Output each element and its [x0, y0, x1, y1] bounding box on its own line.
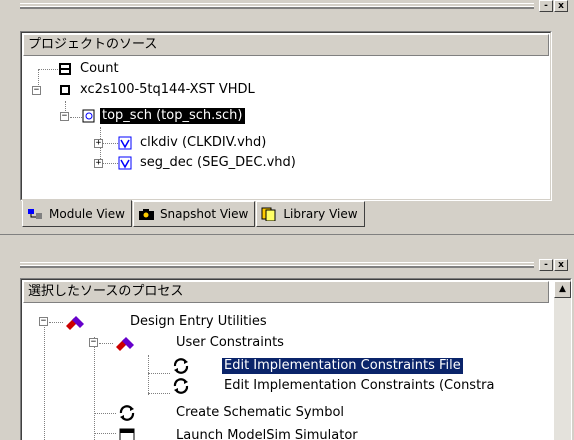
view-tabs: Module View Snapshot View Library View — [22, 200, 366, 227]
minimize-button-2[interactable]: - — [539, 259, 553, 271]
collapse-user-constraints-toggle[interactable]: − — [89, 338, 98, 347]
tree-item-count[interactable]: Count — [58, 60, 121, 78]
expand-segdec-toggle[interactable]: + — [94, 159, 103, 168]
document-icon — [59, 63, 71, 75]
module-view-icon — [27, 207, 45, 221]
vertical-scrollbar[interactable]: ▲ — [554, 281, 571, 440]
process-create-symbol[interactable]: Create Schematic Symbol — [118, 404, 346, 422]
close-button-2[interactable]: x — [554, 259, 568, 271]
scroll-up-button[interactable]: ▲ — [554, 281, 571, 298]
refresh-icon — [173, 358, 189, 374]
tree-item-top-sch[interactable]: top_sch (top_sch.sch) — [82, 107, 245, 125]
schematic-icon — [82, 109, 95, 123]
tab-library-view[interactable]: Library View — [256, 201, 365, 227]
camera-icon — [138, 207, 156, 221]
vhdl-file-icon — [118, 156, 132, 170]
window-icon — [119, 428, 135, 440]
refresh-icon — [119, 405, 135, 421]
tree-item-clkdiv[interactable]: clkdiv (CLKDIV.vhd) — [118, 134, 268, 152]
process-edit-impl-constraints[interactable]: Edit Implementation Constraints File — [172, 357, 463, 375]
tree-item-device[interactable]: xc2s100-5tq144-XST VHDL — [58, 81, 257, 99]
refresh-icon — [173, 378, 189, 394]
process-user-constraints[interactable]: User Constraints — [114, 334, 286, 352]
close-button[interactable]: x — [554, 0, 568, 12]
process-design-entry[interactable]: Design Entry Utilities — [64, 313, 269, 331]
chip-icon — [60, 85, 70, 95]
processes-header: 選択したソースのプロセス — [23, 281, 549, 303]
bottom-panel-grip[interactable]: - x — [20, 259, 574, 271]
vhdl-file-icon — [118, 136, 132, 150]
collapse-top-toggle[interactable]: − — [60, 112, 69, 121]
sources-header: プロジェクトのソース — [23, 34, 549, 56]
tools-icon — [116, 337, 134, 351]
top-panel-grip[interactable]: - x — [20, 0, 574, 12]
process-launch-modelsim[interactable]: Launch ModelSim Simulator — [118, 427, 360, 440]
collapse-design-entry-toggle[interactable]: − — [39, 317, 48, 326]
minimize-button[interactable]: - — [539, 0, 553, 12]
tools-icon — [66, 316, 84, 330]
tab-snapshot-view[interactable]: Snapshot View — [132, 201, 256, 227]
tree-item-seg-dec[interactable]: seg_dec (SEG_DEC.vhd) — [118, 154, 298, 172]
collapse-device-toggle[interactable]: − — [32, 86, 41, 95]
expand-clkdiv-toggle[interactable]: + — [94, 139, 103, 148]
library-icon — [261, 207, 279, 222]
tab-module-view[interactable]: Module View — [22, 200, 132, 227]
process-edit-impl-constraints-2[interactable]: Edit Implementation Constraints (Constra — [172, 377, 497, 395]
